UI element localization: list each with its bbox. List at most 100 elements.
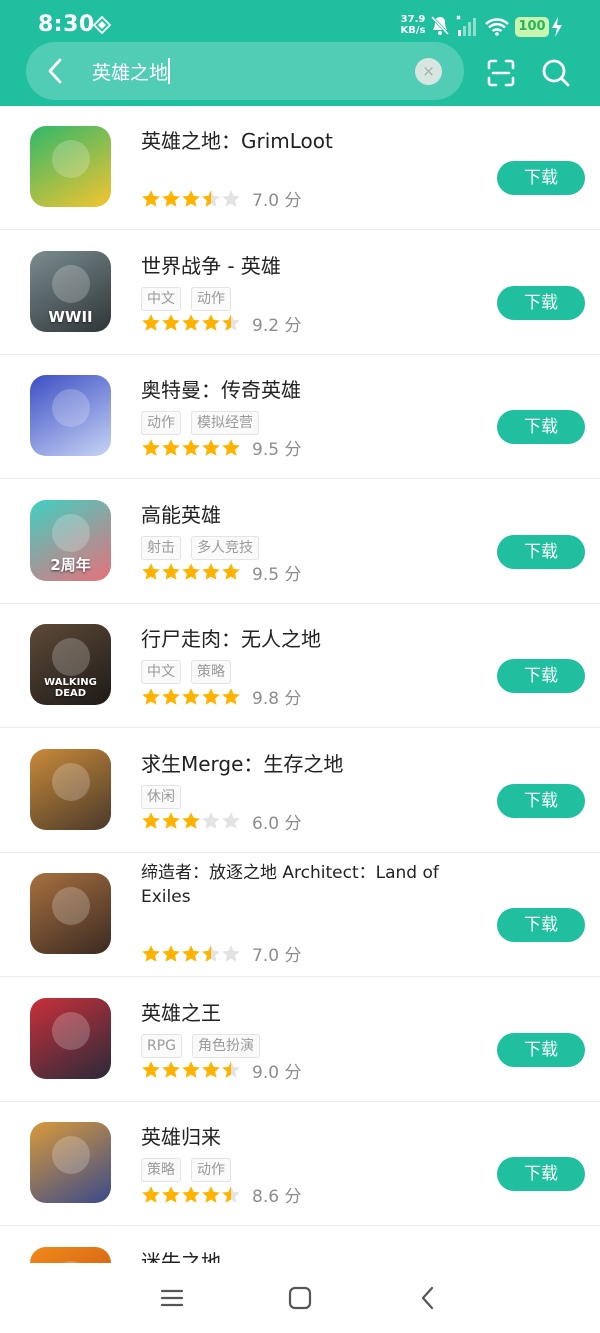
star-icon <box>222 687 240 705</box>
star-icon <box>162 812 180 829</box>
wifi-icon <box>485 18 509 36</box>
download-button[interactable]: 下载 <box>497 161 585 195</box>
app-icon-art <box>52 389 90 427</box>
app-icon[interactable] <box>30 748 111 830</box>
app-icon[interactable] <box>30 873 111 954</box>
star-icon <box>222 189 240 207</box>
app-score: 6.0 分 <box>252 813 302 834</box>
app-tag: 模拟经营 <box>191 411 259 435</box>
app-icon[interactable] <box>30 1246 111 1263</box>
app-title[interactable]: 迷失之地 <box>141 1249 461 1264</box>
download-button[interactable]: 下载 <box>497 1157 585 1191</box>
back-icon[interactable] <box>413 1283 443 1313</box>
app-icon[interactable]: 2周年 <box>30 499 111 581</box>
app-title[interactable]: 求生Merge：生存之地 <box>141 751 461 777</box>
app-list-item[interactable]: 缔造者：放逐之地 Architect：Land of Exiles 7.0 分 下载 <box>0 853 600 977</box>
home-icon[interactable] <box>285 1283 315 1313</box>
app-title[interactable]: 英雄之地：GrimLoot <box>141 128 461 154</box>
app-icon-art <box>52 762 90 801</box>
app-list-item[interactable]: 英雄之王 RPG 角色扮演 9.0 分 下载 <box>0 978 600 1102</box>
download-button[interactable]: 下载 <box>497 783 585 818</box>
star-icon <box>182 314 200 331</box>
download-button[interactable]: 下载 <box>497 285 585 320</box>
download-button[interactable]: 下载 <box>497 1032 585 1067</box>
mute-bell-icon <box>430 15 450 36</box>
app-icon[interactable] <box>30 1122 111 1203</box>
star-icon <box>202 812 220 829</box>
star-icon <box>182 438 200 456</box>
download-button[interactable]: 下载 <box>497 659 585 693</box>
star-icon <box>182 687 200 705</box>
app-list-item[interactable]: 2周年 高能英雄 射击 多人竞技 9.5 分 下载 <box>0 480 600 604</box>
star-icon <box>142 438 160 456</box>
search-input[interactable] <box>92 55 402 87</box>
app-score: 9.2 分 <box>252 315 302 336</box>
app-score: 7.0 分 <box>252 946 302 966</box>
app-tag: 动作 <box>191 1158 231 1182</box>
star-icon <box>182 189 200 207</box>
star-icon <box>182 563 200 580</box>
app-title[interactable]: 英雄归来 <box>141 1124 461 1150</box>
app-tag: 动作 <box>141 411 181 435</box>
app-icon-text: 2周年 <box>50 555 91 574</box>
diamond-icon <box>93 16 111 34</box>
battery-level: 100 <box>518 19 546 34</box>
top-header: 8:30 37.9 KB/s 100 英雄之地 × <box>0 0 600 106</box>
app-tags: 休闲 <box>141 784 191 809</box>
app-rating: 9.2 分 <box>141 311 302 336</box>
app-icon[interactable] <box>30 126 111 207</box>
app-tags: 中文 策略 <box>141 660 241 684</box>
star-icon <box>162 314 180 331</box>
app-title[interactable]: 英雄之王 <box>141 1000 461 1026</box>
app-title[interactable]: 缔造者：放逐之地 Architect：Land of Exiles <box>141 861 461 909</box>
app-list-item[interactable]: WALKING DEAD 行尸走肉：无人之地 中文 策略 9.8 分 下载 <box>0 604 600 728</box>
app-list-item[interactable]: 英雄归来 策略 动作 8.6 分 下载 <box>0 1102 600 1226</box>
charging-icon <box>552 17 562 37</box>
app-title[interactable]: 世界战争 - 英雄 <box>141 253 461 279</box>
app-icon[interactable] <box>30 375 111 456</box>
app-icon-art <box>52 513 90 552</box>
star-icon <box>182 1185 200 1203</box>
app-rating: 9.5 分 <box>141 560 301 585</box>
app-tag: 休闲 <box>141 784 181 809</box>
app-title[interactable]: 奥特曼：传奇英雄 <box>141 377 461 403</box>
search-icon[interactable] <box>540 57 572 89</box>
app-icon-text: WWII <box>48 307 93 326</box>
status-icons <box>430 15 509 36</box>
scan-icon[interactable] <box>485 57 517 89</box>
app-list-item[interactable]: 奥特曼：传奇英雄 动作 模拟经营 9.5 分 下载 <box>0 355 600 479</box>
app-tag: 中文 <box>141 660 181 684</box>
app-score: 9.8 分 <box>252 689 302 709</box>
app-icon[interactable]: WWII <box>30 250 111 332</box>
star-icon <box>142 944 160 962</box>
app-tag: 射击 <box>141 535 181 560</box>
star-icon <box>222 944 240 962</box>
app-list-item[interactable]: WWII 世界战争 - 英雄 中文 动作 9.2 分 下载 <box>0 231 600 355</box>
star-icon <box>202 1185 220 1203</box>
app-icon-art <box>52 1136 90 1174</box>
app-list-item[interactable]: 英雄之地：GrimLoot 7.0 分 下载 <box>0 106 600 230</box>
app-icon-art <box>52 264 90 303</box>
app-icon-art <box>52 887 90 925</box>
text-cursor <box>168 58 170 84</box>
app-title[interactable]: 高能英雄 <box>141 502 461 528</box>
download-button[interactable]: 下载 <box>497 534 585 569</box>
app-icon[interactable]: WALKING DEAD <box>30 624 111 705</box>
app-tag: 策略 <box>141 1158 181 1182</box>
app-title[interactable]: 行尸走肉：无人之地 <box>141 626 461 652</box>
clear-search-button[interactable]: × <box>415 58 442 85</box>
download-button[interactable]: 下载 <box>497 410 585 444</box>
app-score: 7.0 分 <box>252 191 302 211</box>
back-arrow-icon[interactable] <box>40 55 72 87</box>
star-icon <box>162 1185 180 1203</box>
app-list-item[interactable]: 迷失之地 <box>0 1227 600 1264</box>
search-results-list[interactable]: 英雄之地：GrimLoot 7.0 分下载 WWII 世界战争 - 英雄 中文 动作 9.2… <box>0 106 600 1263</box>
app-icon-text: WALKING DEAD <box>44 677 97 699</box>
menu-icon[interactable] <box>157 1283 187 1313</box>
app-score: 9.5 分 <box>252 440 302 460</box>
star-icon <box>162 944 180 962</box>
download-button[interactable]: 下载 <box>497 908 585 942</box>
app-icon[interactable] <box>30 997 111 1079</box>
app-list-item[interactable]: 求生Merge：生存之地 休闲 6.0 分 下载 <box>0 729 600 853</box>
star-icon <box>142 687 160 705</box>
